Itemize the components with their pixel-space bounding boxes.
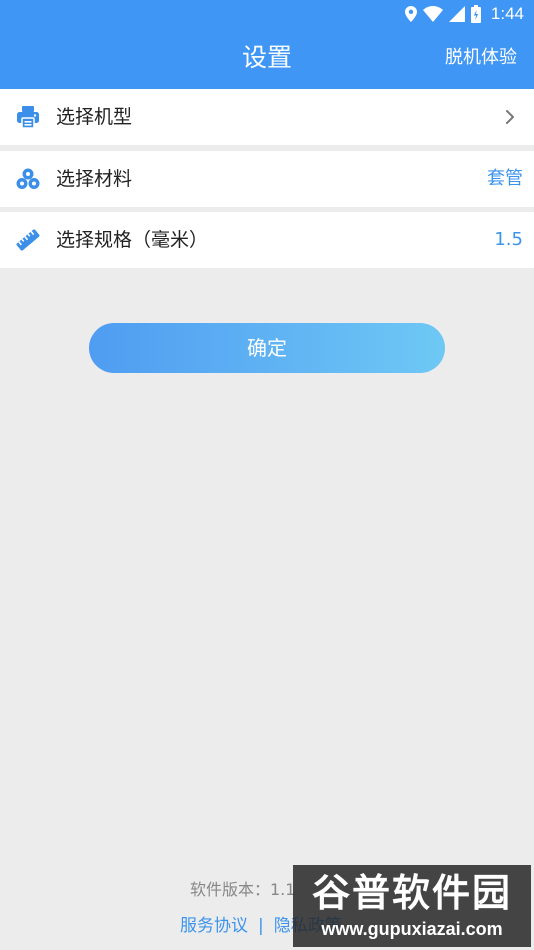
material-rolls-icon (16, 168, 40, 189)
status-time: 1:44 (490, 4, 524, 23)
settings-row-label: 选择规格（毫米） (56, 229, 209, 251)
link-separator: | (258, 916, 264, 936)
settings-row-model[interactable]: 选择机型 (0, 89, 534, 145)
settings-row-label: 选择机型 (56, 106, 133, 128)
settings-row-label: 选择材料 (56, 168, 133, 190)
watermark-text: 谷普软件园 (311, 871, 512, 915)
status-icons: 1:44 (404, 4, 524, 24)
settings-row-spec[interactable]: 选择规格（毫米） 1.5 (0, 212, 534, 268)
app-header: 1:44 设置 脱机体验 (0, 0, 534, 89)
watermark: 谷普软件园 www.gupuxiazai.com (293, 865, 531, 947)
printer-icon (17, 106, 39, 129)
service-agreement-link[interactable]: 服务协议 (180, 916, 248, 936)
settings-row-value: 套管 (487, 168, 523, 189)
location-icon (404, 6, 417, 22)
confirm-button[interactable]: 确定 (89, 323, 445, 373)
signal-icon (448, 6, 465, 22)
watermark-url: www.gupuxiazai.com (321, 919, 503, 939)
battery-icon (470, 5, 481, 23)
software-version: 软件版本：1.1 (190, 880, 296, 899)
offline-experience-button[interactable]: 脱机体验 (445, 43, 517, 73)
ruler-icon (16, 229, 40, 251)
wifi-icon (422, 6, 443, 22)
chevron-right-icon (506, 110, 514, 124)
status-bar: 1:44 (0, 0, 534, 28)
settings-row-material[interactable]: 选择材料 套管 (0, 151, 534, 207)
settings-row-value: 1.5 (494, 229, 523, 250)
